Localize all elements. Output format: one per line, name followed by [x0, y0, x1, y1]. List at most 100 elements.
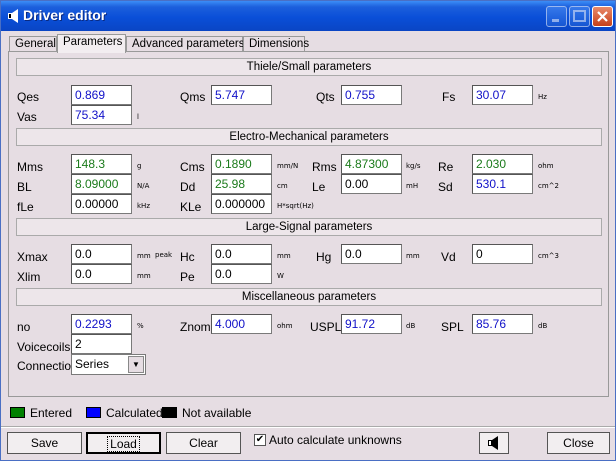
vas-field[interactable]: 75.34 [71, 105, 132, 125]
save-button[interactable]: Save [7, 432, 82, 454]
close-button[interactable]: Close [547, 432, 610, 454]
rms-label: Rms [312, 160, 337, 174]
auto-calculate-checkbox[interactable]: ✔ [254, 434, 266, 446]
tab-parameters[interactable]: Parameters [57, 34, 126, 53]
spl-unit: dB [538, 322, 548, 330]
speaker-button[interactable] [479, 432, 509, 454]
hg-field[interactable]: 0.0 [341, 244, 402, 264]
tab-dimensions[interactable]: Dimensions [243, 36, 309, 52]
close-window-button[interactable] [592, 6, 613, 27]
not-available-color-swatch [162, 407, 177, 418]
maximize-icon [573, 10, 586, 22]
vas-label: Vas [17, 110, 37, 124]
legend-not-available-label: Not available [182, 406, 252, 420]
auto-calculate-label[interactable]: Auto calculate unknowns [269, 433, 402, 447]
dd-label: Dd [180, 180, 196, 194]
kle-label: KLe [180, 200, 202, 214]
kle-field[interactable]: 0.000000 [211, 194, 272, 214]
qes-field[interactable]: 0.869 [71, 85, 132, 105]
no-label: no [17, 320, 31, 334]
bl-unit: N/A [137, 182, 150, 190]
save-button-label: Save [30, 436, 59, 450]
hc-unit: mm [277, 252, 291, 260]
le-unit: mH [406, 182, 419, 190]
section-miscellaneous: Miscellaneous parameters [16, 288, 602, 306]
rms-field[interactable]: 4.87300 [341, 154, 402, 174]
fs-field[interactable]: 30.07 [472, 85, 533, 105]
xlim-unit: mm [137, 272, 151, 280]
tab-general[interactable]: General [9, 36, 57, 52]
mms-field[interactable]: 148.3 [71, 154, 132, 174]
close-icon [597, 11, 608, 22]
xmax-label: Xmax [17, 250, 48, 264]
section-electro-mechanical: Electro-Mechanical parameters [16, 128, 602, 146]
xlim-label: Xlim [17, 270, 41, 284]
hc-label: Hc [180, 250, 195, 264]
no-field[interactable]: 0.2293 [71, 314, 132, 334]
speaker-icon [8, 9, 18, 23]
fle-label: fLe [17, 200, 34, 214]
dd-field[interactable]: 25.98 [211, 174, 272, 194]
bl-field[interactable]: 8.09000 [71, 174, 132, 194]
xmax-field[interactable]: 0.0 [71, 244, 132, 264]
mms-unit: g [137, 162, 142, 170]
entered-color-swatch [10, 407, 25, 418]
section-thiele-small: Thiele/Small parameters [16, 58, 602, 76]
znom-unit: ohm [277, 322, 293, 330]
qms-label: Qms [180, 90, 206, 104]
fle-unit: kHz [137, 202, 150, 210]
parameters-panel: Thiele/Small parameters Qes 0.869 Qms 5.… [8, 51, 609, 397]
uspl-field[interactable]: 91.72 [341, 314, 402, 334]
chevron-down-icon[interactable]: ▼ [128, 356, 144, 373]
legend-entered-label: Entered [30, 406, 73, 420]
uspl-label: USPL [310, 320, 342, 334]
voicecoils-field[interactable]: 2 [71, 334, 132, 354]
hc-field[interactable]: 0.0 [211, 244, 272, 264]
le-field[interactable]: 0.00 [341, 174, 402, 194]
spl-field[interactable]: 85.76 [472, 314, 533, 334]
clear-button-label: Clear [189, 436, 218, 450]
fle-field[interactable]: 0.00000 [71, 194, 132, 214]
maximize-button[interactable] [569, 6, 590, 27]
connection-select[interactable]: Series ▼ [71, 354, 146, 375]
xmax-peak-label: peak [155, 251, 173, 259]
cms-field[interactable]: 0.1890 [211, 154, 272, 174]
load-button[interactable]: Load [86, 432, 161, 454]
pe-unit: W [277, 272, 284, 280]
re-unit: ohm [538, 162, 554, 170]
pe-label: Pe [180, 270, 195, 284]
vas-unit: l [137, 113, 139, 121]
qts-field[interactable]: 0.755 [341, 85, 402, 105]
znom-field[interactable]: 4.000 [211, 314, 272, 334]
qes-label: Qes [17, 90, 40, 104]
sd-label: Sd [438, 180, 453, 194]
hg-label: Hg [316, 250, 332, 264]
title-bar[interactable]: Driver editor [1, 1, 615, 31]
tab-advanced-parameters[interactable]: Advanced parameters [126, 36, 245, 52]
sd-field[interactable]: 530.1 [472, 174, 533, 194]
clear-button[interactable]: Clear [166, 432, 241, 454]
pe-field[interactable]: 0.0 [211, 264, 272, 284]
voicecoils-label: Voicecoils [17, 340, 71, 354]
connection-label: Connection [17, 359, 78, 373]
hg-unit: mm [406, 252, 420, 260]
driver-editor-window: Driver editor General Parameters Advance… [0, 0, 616, 461]
cms-unit: mm/N [277, 162, 299, 170]
separator [1, 426, 615, 428]
speaker-icon [488, 436, 498, 450]
close-button-label: Close [563, 436, 594, 450]
qms-field[interactable]: 5.747 [211, 85, 272, 105]
minimize-button[interactable] [546, 6, 567, 27]
legend-calculated-label: Calculated [106, 406, 163, 420]
vd-field[interactable]: 0 [472, 244, 533, 264]
uspl-unit: dB [406, 322, 416, 330]
xlim-field[interactable]: 0.0 [71, 264, 132, 284]
spl-label: SPL [441, 320, 464, 334]
vd-label: Vd [441, 250, 456, 264]
re-field[interactable]: 2.030 [472, 154, 533, 174]
dd-unit: cm [277, 182, 288, 190]
bl-label: BL [17, 180, 32, 194]
xmax-unit: mm [137, 252, 151, 260]
calculated-color-swatch [86, 407, 101, 418]
no-unit: % [137, 322, 144, 330]
